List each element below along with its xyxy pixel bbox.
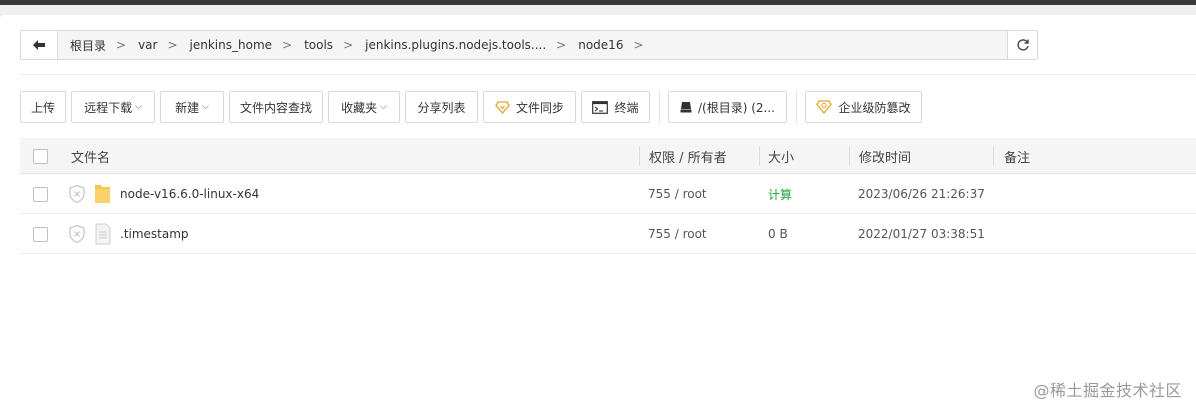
column-divider bbox=[639, 146, 640, 166]
disk-icon bbox=[680, 101, 692, 113]
table-row[interactable]: node-v16.6.0-linux-x64 755 / root 计算 202… bbox=[20, 174, 1196, 214]
row-checkbox[interactable] bbox=[33, 226, 48, 242]
chevron-right-icon: > bbox=[556, 38, 567, 52]
chevron-down-icon: ⌵ bbox=[380, 102, 387, 112]
breadcrumb: 根目录 > var > jenkins_home > tools > jenkins.p… bbox=[58, 31, 1007, 59]
terminal-button[interactable]: 终端 bbox=[581, 91, 650, 123]
mtime-cell: 2023/06/26 21:26:37 bbox=[858, 187, 985, 201]
chevron-down-icon: ⌵ bbox=[135, 102, 142, 112]
content-search-button[interactable]: 文件内容查找 bbox=[229, 91, 323, 123]
header-permission[interactable]: 权限 / 所有者 bbox=[649, 138, 727, 174]
file-icon bbox=[94, 214, 112, 254]
diamond-icon bbox=[495, 100, 510, 114]
toolbar: 上传 远程下载 ⌵ 新建 ⌵ 文件内容查找 收藏夹 ⌵ 分享列表 文件同步 终端 /(… bbox=[20, 91, 927, 123]
enterprise-diamond-icon bbox=[816, 100, 833, 114]
column-divider bbox=[849, 146, 850, 166]
row-checkbox-cell bbox=[33, 174, 48, 214]
header-name[interactable]: 文件名 bbox=[71, 138, 110, 174]
breadcrumb-item-nodejs-tools[interactable]: jenkins.plugins.nodejs.tools.... > bbox=[359, 38, 572, 52]
chevron-right-icon: > bbox=[116, 38, 127, 52]
file-name[interactable]: .timestamp bbox=[120, 214, 189, 254]
permission-cell[interactable]: 755 / root bbox=[648, 174, 707, 214]
column-divider bbox=[759, 146, 760, 166]
column-divider bbox=[993, 146, 994, 166]
refresh-icon bbox=[1016, 39, 1029, 51]
divider bbox=[20, 74, 1196, 75]
shield-icon[interactable] bbox=[67, 174, 87, 214]
favorites-button[interactable]: 收藏夹 ⌵ bbox=[328, 91, 400, 123]
chevron-right-icon: > bbox=[167, 38, 178, 52]
upload-button[interactable]: 上传 bbox=[20, 91, 66, 123]
file-sync-button[interactable]: 文件同步 bbox=[483, 91, 576, 123]
size-cell: 0 B bbox=[768, 227, 788, 241]
header-size[interactable]: 大小 bbox=[768, 138, 794, 174]
permission-cell[interactable]: 755 / root bbox=[648, 214, 707, 254]
breadcrumb-item-node16[interactable]: node16 > bbox=[572, 38, 649, 52]
terminal-icon bbox=[592, 100, 609, 114]
header-note: 备注 bbox=[1004, 150, 1031, 166]
breadcrumb-item-var[interactable]: var > bbox=[132, 38, 183, 52]
header-mtime[interactable]: 修改时间 bbox=[859, 138, 911, 174]
table-header: 文件名 权限 / 所有者 大小 修改时间 备注 bbox=[20, 138, 1196, 174]
file-name[interactable]: node-v16.6.0-linux-x64 bbox=[120, 174, 259, 214]
refresh-button[interactable] bbox=[1007, 31, 1037, 59]
row-checkbox[interactable] bbox=[33, 186, 48, 202]
share-list-button[interactable]: 分享列表 bbox=[405, 91, 478, 123]
select-all-cell bbox=[33, 138, 48, 174]
chevron-right-icon: > bbox=[633, 38, 644, 52]
breadcrumb-item-root[interactable]: 根目录 > bbox=[64, 37, 132, 54]
tamper-proof-button[interactable]: 企业级防篡改 bbox=[805, 91, 922, 123]
remote-download-button[interactable]: 远程下载 ⌵ bbox=[71, 91, 155, 123]
new-button[interactable]: 新建 ⌵ bbox=[160, 91, 224, 123]
row-checkbox-cell bbox=[33, 214, 48, 254]
arrow-left-icon bbox=[33, 40, 45, 50]
path-bar: 根目录 > var > jenkins_home > tools > jenkins.p… bbox=[20, 30, 1038, 60]
breadcrumb-item-tools[interactable]: tools > bbox=[298, 38, 359, 52]
watermark: @稀土掘金技术社区 bbox=[1033, 381, 1182, 400]
chevron-right-icon: > bbox=[282, 38, 293, 52]
chevron-right-icon: > bbox=[343, 38, 354, 52]
disk-select-button[interactable]: /(根目录) (2... bbox=[668, 91, 787, 123]
select-all-checkbox[interactable] bbox=[33, 148, 48, 164]
window-top-bar bbox=[0, 0, 1196, 5]
chevron-down-icon: ⌵ bbox=[202, 102, 209, 112]
toolbar-separator bbox=[796, 91, 797, 123]
mtime-cell: 2022/01/27 03:38:51 bbox=[858, 227, 985, 241]
table-row[interactable]: .timestamp 755 / root 0 B 2022/01/27 03:… bbox=[20, 214, 1196, 254]
back-button[interactable] bbox=[21, 31, 58, 59]
folder-icon bbox=[94, 174, 112, 214]
shield-icon[interactable] bbox=[67, 214, 87, 254]
breadcrumb-item-jenkins-home[interactable]: jenkins_home > bbox=[184, 38, 299, 52]
size-calc-link[interactable]: 计算 bbox=[768, 174, 792, 214]
toolbar-separator bbox=[659, 91, 660, 123]
